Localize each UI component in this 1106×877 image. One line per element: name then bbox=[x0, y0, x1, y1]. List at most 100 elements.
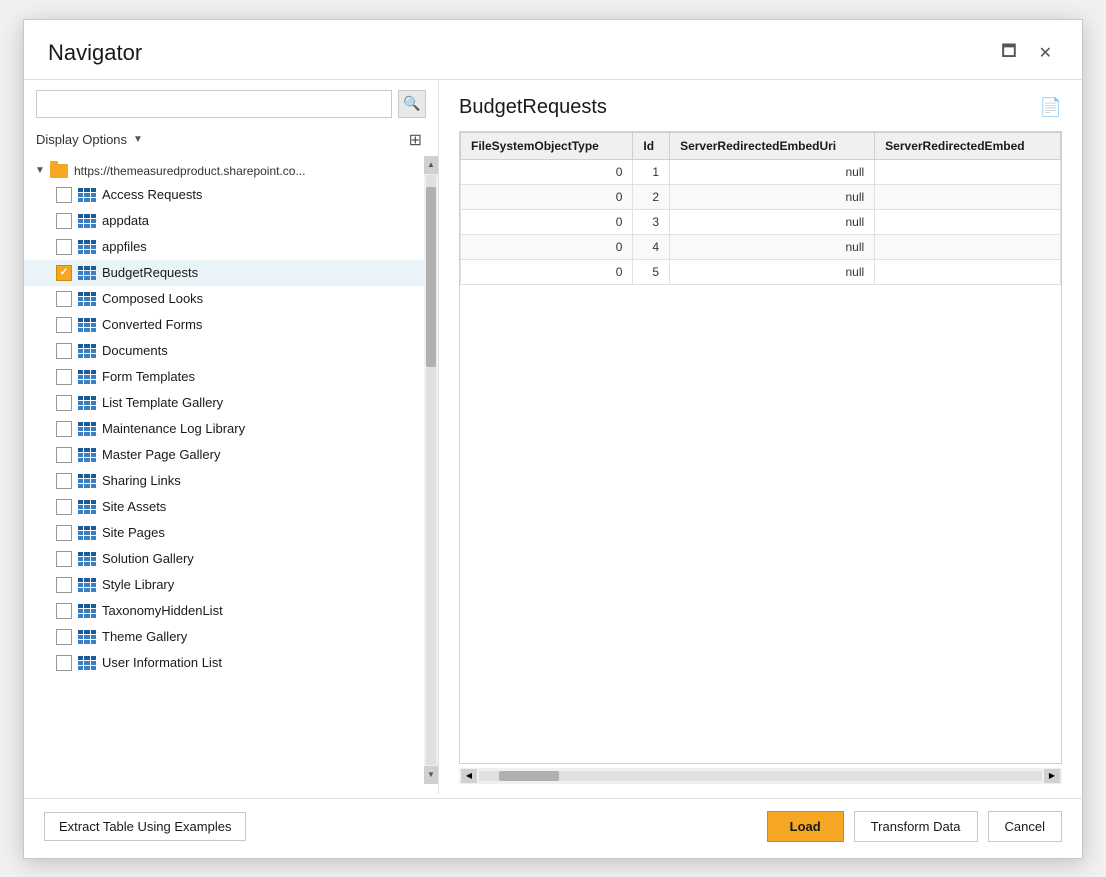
data-table: FileSystemObjectTypeIdServerRedirectedEm… bbox=[460, 132, 1061, 285]
tree-list-item[interactable]: Site Assets bbox=[24, 494, 438, 520]
tree-list-item[interactable]: Site Pages bbox=[24, 520, 438, 546]
table-icon bbox=[78, 396, 96, 410]
tree-item-checkbox[interactable] bbox=[56, 395, 72, 411]
table-options-button[interactable]: 📄 bbox=[1040, 97, 1062, 118]
tree-list-item[interactable]: Sharing Links bbox=[24, 468, 438, 494]
tree-list-item[interactable]: Maintenance Log Library bbox=[24, 416, 438, 442]
tree-item-checkbox[interactable] bbox=[56, 421, 72, 437]
tree-item-checkbox[interactable] bbox=[56, 265, 72, 281]
tree-item-checkbox[interactable] bbox=[56, 447, 72, 463]
search-button[interactable]: 🔍 bbox=[398, 90, 426, 118]
table-body: 01null02null03null04null05null bbox=[461, 159, 1061, 284]
tree-list-item[interactable]: List Template Gallery bbox=[24, 390, 438, 416]
tree-list-item[interactable]: Converted Forms bbox=[24, 312, 438, 338]
tree-container[interactable]: ▼ https://themeasuredproduct.sharepoint.… bbox=[24, 156, 438, 784]
tree-item-checkbox[interactable] bbox=[56, 655, 72, 671]
load-button[interactable]: Load bbox=[767, 811, 844, 842]
table-cell: null bbox=[670, 259, 875, 284]
display-options-row: Display Options ▼ ⊞ bbox=[24, 124, 438, 156]
tree-item-checkbox[interactable] bbox=[56, 187, 72, 203]
table-icon bbox=[78, 578, 96, 592]
h-scroll-right-arrow[interactable]: ▶ bbox=[1044, 769, 1060, 783]
table-icon bbox=[78, 630, 96, 644]
tree-item-label: Documents bbox=[102, 343, 168, 358]
tree-item-label: User Information List bbox=[102, 655, 222, 670]
navigator-dialog: Navigator 🗖 ✕ 🔍 Display Options ▼ ⊞ bbox=[23, 19, 1083, 859]
minimize-button[interactable]: 🗖 bbox=[995, 38, 1022, 69]
transform-data-button[interactable]: Transform Data bbox=[854, 811, 978, 842]
tree-list-item[interactable]: appdata bbox=[24, 208, 438, 234]
tree-list-item[interactable]: Access Requests bbox=[24, 182, 438, 208]
table-icon bbox=[78, 526, 96, 540]
tree-list-item[interactable]: Composed Looks bbox=[24, 286, 438, 312]
horizontal-scrollbar[interactable]: ◀ ▶ bbox=[459, 768, 1062, 784]
table-title-row: BudgetRequests 📄 bbox=[459, 96, 1062, 119]
tree-item-checkbox[interactable] bbox=[56, 603, 72, 619]
display-options-label[interactable]: Display Options bbox=[36, 132, 127, 147]
tree-item-label: Style Library bbox=[102, 577, 174, 592]
tree-item-checkbox[interactable] bbox=[56, 213, 72, 229]
title-controls: 🗖 ✕ bbox=[995, 38, 1058, 69]
table-cell: 2 bbox=[633, 184, 670, 209]
table-icon bbox=[78, 604, 96, 618]
table-cell: null bbox=[670, 159, 875, 184]
tree-list-item[interactable]: appfiles bbox=[24, 234, 438, 260]
table-cell: 0 bbox=[461, 234, 633, 259]
tree-item-checkbox[interactable] bbox=[56, 577, 72, 593]
table-cell bbox=[875, 159, 1061, 184]
table-cell: null bbox=[670, 184, 875, 209]
close-button[interactable]: ✕ bbox=[1033, 41, 1058, 65]
data-table-wrap[interactable]: FileSystemObjectTypeIdServerRedirectedEm… bbox=[459, 131, 1062, 764]
tree-item-checkbox[interactable] bbox=[56, 551, 72, 567]
scroll-thumb bbox=[426, 187, 436, 367]
tree-list-item[interactable]: Documents bbox=[24, 338, 438, 364]
table-cell bbox=[875, 234, 1061, 259]
cancel-button[interactable]: Cancel bbox=[988, 811, 1062, 842]
scroll-down-arrow[interactable]: ▼ bbox=[424, 766, 438, 784]
table-cell: 0 bbox=[461, 159, 633, 184]
tree-item-checkbox[interactable] bbox=[56, 525, 72, 541]
tree-item-label: Master Page Gallery bbox=[102, 447, 221, 462]
table-cell: 1 bbox=[633, 159, 670, 184]
tree-list-item[interactable]: Solution Gallery bbox=[24, 546, 438, 572]
dialog-title: Navigator bbox=[48, 40, 142, 66]
tree-item-checkbox[interactable] bbox=[56, 499, 72, 515]
tree-item-label: TaxonomyHiddenList bbox=[102, 603, 223, 618]
tree-list-item[interactable]: Theme Gallery bbox=[24, 624, 438, 650]
tree-item-checkbox[interactable] bbox=[56, 473, 72, 489]
scroll-up-arrow[interactable]: ▲ bbox=[424, 156, 438, 174]
tree-list-item[interactable]: User Information List bbox=[24, 650, 438, 676]
tree-item-checkbox[interactable] bbox=[56, 369, 72, 385]
tree-item-label: List Template Gallery bbox=[102, 395, 223, 410]
tree-list-item[interactable]: BudgetRequests bbox=[24, 260, 438, 286]
tree-root-item[interactable]: ▼ https://themeasuredproduct.sharepoint.… bbox=[24, 160, 438, 182]
panel-icon-button[interactable]: ⊞ bbox=[405, 128, 426, 152]
tree-list-item[interactable]: Master Page Gallery bbox=[24, 442, 438, 468]
tree-item-label: BudgetRequests bbox=[102, 265, 198, 280]
table-cell: null bbox=[670, 209, 875, 234]
vertical-scrollbar[interactable]: ▲ ▼ bbox=[424, 156, 438, 784]
tree-item-checkbox[interactable] bbox=[56, 343, 72, 359]
h-scroll-left-arrow[interactable]: ◀ bbox=[461, 769, 477, 783]
search-input[interactable] bbox=[36, 90, 392, 118]
table-icon bbox=[78, 214, 96, 228]
tree-list-item[interactable]: Form Templates bbox=[24, 364, 438, 390]
tree-item-checkbox[interactable] bbox=[56, 291, 72, 307]
table-icon bbox=[78, 188, 96, 202]
root-url: https://themeasuredproduct.sharepoint.co… bbox=[74, 164, 305, 178]
tree-item-label: appfiles bbox=[102, 239, 147, 254]
table-cell: 5 bbox=[633, 259, 670, 284]
tree-item-label: appdata bbox=[102, 213, 149, 228]
tree-item-label: Solution Gallery bbox=[102, 551, 194, 566]
table-title: BudgetRequests bbox=[459, 96, 607, 119]
table-header-cell: ServerRedirectedEmbedUri bbox=[670, 132, 875, 159]
table-icon bbox=[78, 318, 96, 332]
tree-item-checkbox[interactable] bbox=[56, 239, 72, 255]
extract-table-button[interactable]: Extract Table Using Examples bbox=[44, 812, 246, 841]
tree-list-item[interactable]: TaxonomyHiddenList bbox=[24, 598, 438, 624]
table-cell: 3 bbox=[633, 209, 670, 234]
tree-item-checkbox[interactable] bbox=[56, 317, 72, 333]
tree-list-item[interactable]: Style Library bbox=[24, 572, 438, 598]
tree-item-checkbox[interactable] bbox=[56, 629, 72, 645]
table-cell: 0 bbox=[461, 259, 633, 284]
